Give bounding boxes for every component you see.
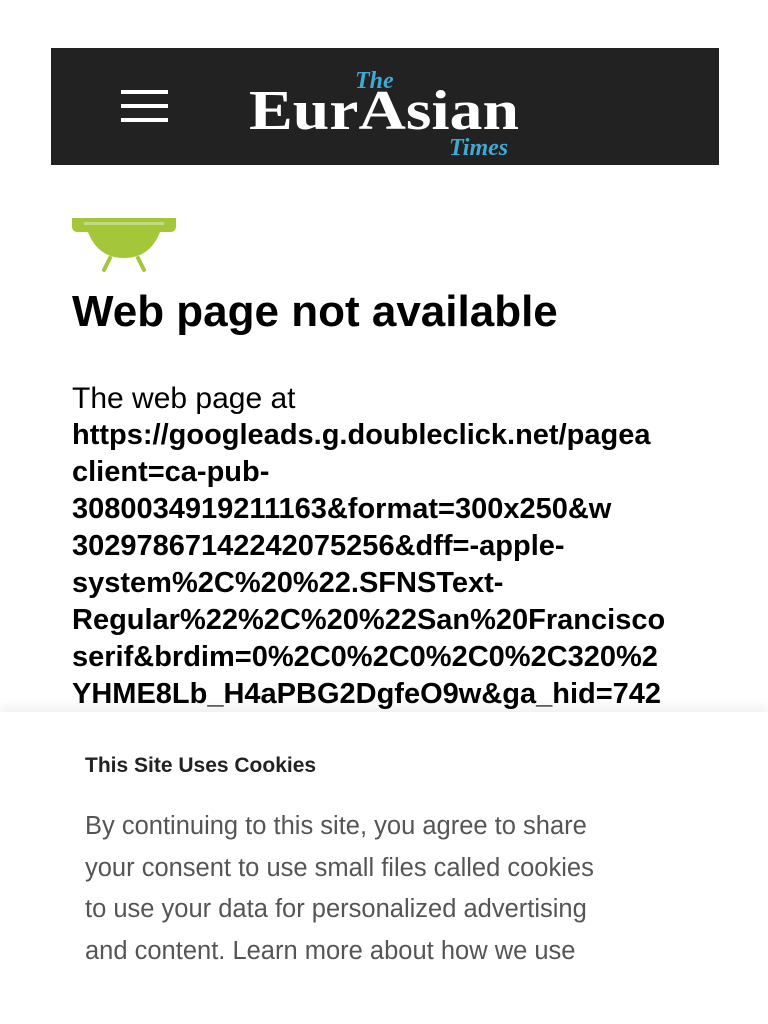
cookie-text-line: By continuing to this site, you agree to…: [85, 812, 587, 840]
logo-wordmark: The EurAsian Times: [249, 68, 519, 156]
menu-bar: [121, 104, 168, 108]
error-title: Web page not available: [72, 287, 558, 336]
ad-error-page: Web page not available The web page at h…: [72, 190, 719, 712]
cookie-consent-panel: This Site Uses Cookies By continuing to …: [0, 712, 768, 1024]
cookie-text-line: and content. Learn more about how we use: [85, 936, 576, 965]
error-url-line: Regular%22%2C%20%22San%20Francisco: [72, 604, 666, 636]
error-intro: The web page at: [72, 382, 296, 415]
error-url-line: client=ca-pub-: [72, 456, 270, 488]
logo-main: EurAsian: [249, 80, 519, 142]
site-logo[interactable]: The EurAsian Times: [247, 56, 527, 156]
error-url-line: https://googleads.g.doubleclick.net/page…: [72, 419, 651, 451]
android-robot-icon: [72, 218, 176, 276]
error-url-line: system%2C%20%22.SFNSText-: [72, 567, 504, 599]
menu-bar: [121, 118, 168, 122]
cookie-title: This Site Uses Cookies: [85, 754, 317, 777]
cookie-text-line: your consent to use small files called c…: [85, 853, 594, 882]
error-url-line: 3080034919211163&format=300x250&w: [72, 493, 612, 525]
logo-times: Times: [449, 135, 508, 156]
site-header: The EurAsian Times: [51, 48, 719, 165]
menu-bar: [121, 90, 168, 94]
error-message: The web page at https://googleads.g.doub…: [72, 380, 719, 712]
hamburger-menu-icon[interactable]: [121, 88, 169, 124]
cookie-description: By continuing to this site, you agree to…: [85, 806, 705, 972]
cookie-text-line: to use your data for personalized advert…: [85, 895, 587, 923]
error-url-line: YHME8Lb_H4aPBG2DgfeO9w&ga_hid=742: [72, 678, 662, 710]
ad-iframe: Web page not available The web page at h…: [0, 190, 768, 712]
error-url-line: 3029786714224207525​6&dff=-apple-: [72, 530, 565, 562]
error-url-line: serif&brdim=0%2C0%2C0%2C0%2C320%2: [72, 641, 658, 673]
